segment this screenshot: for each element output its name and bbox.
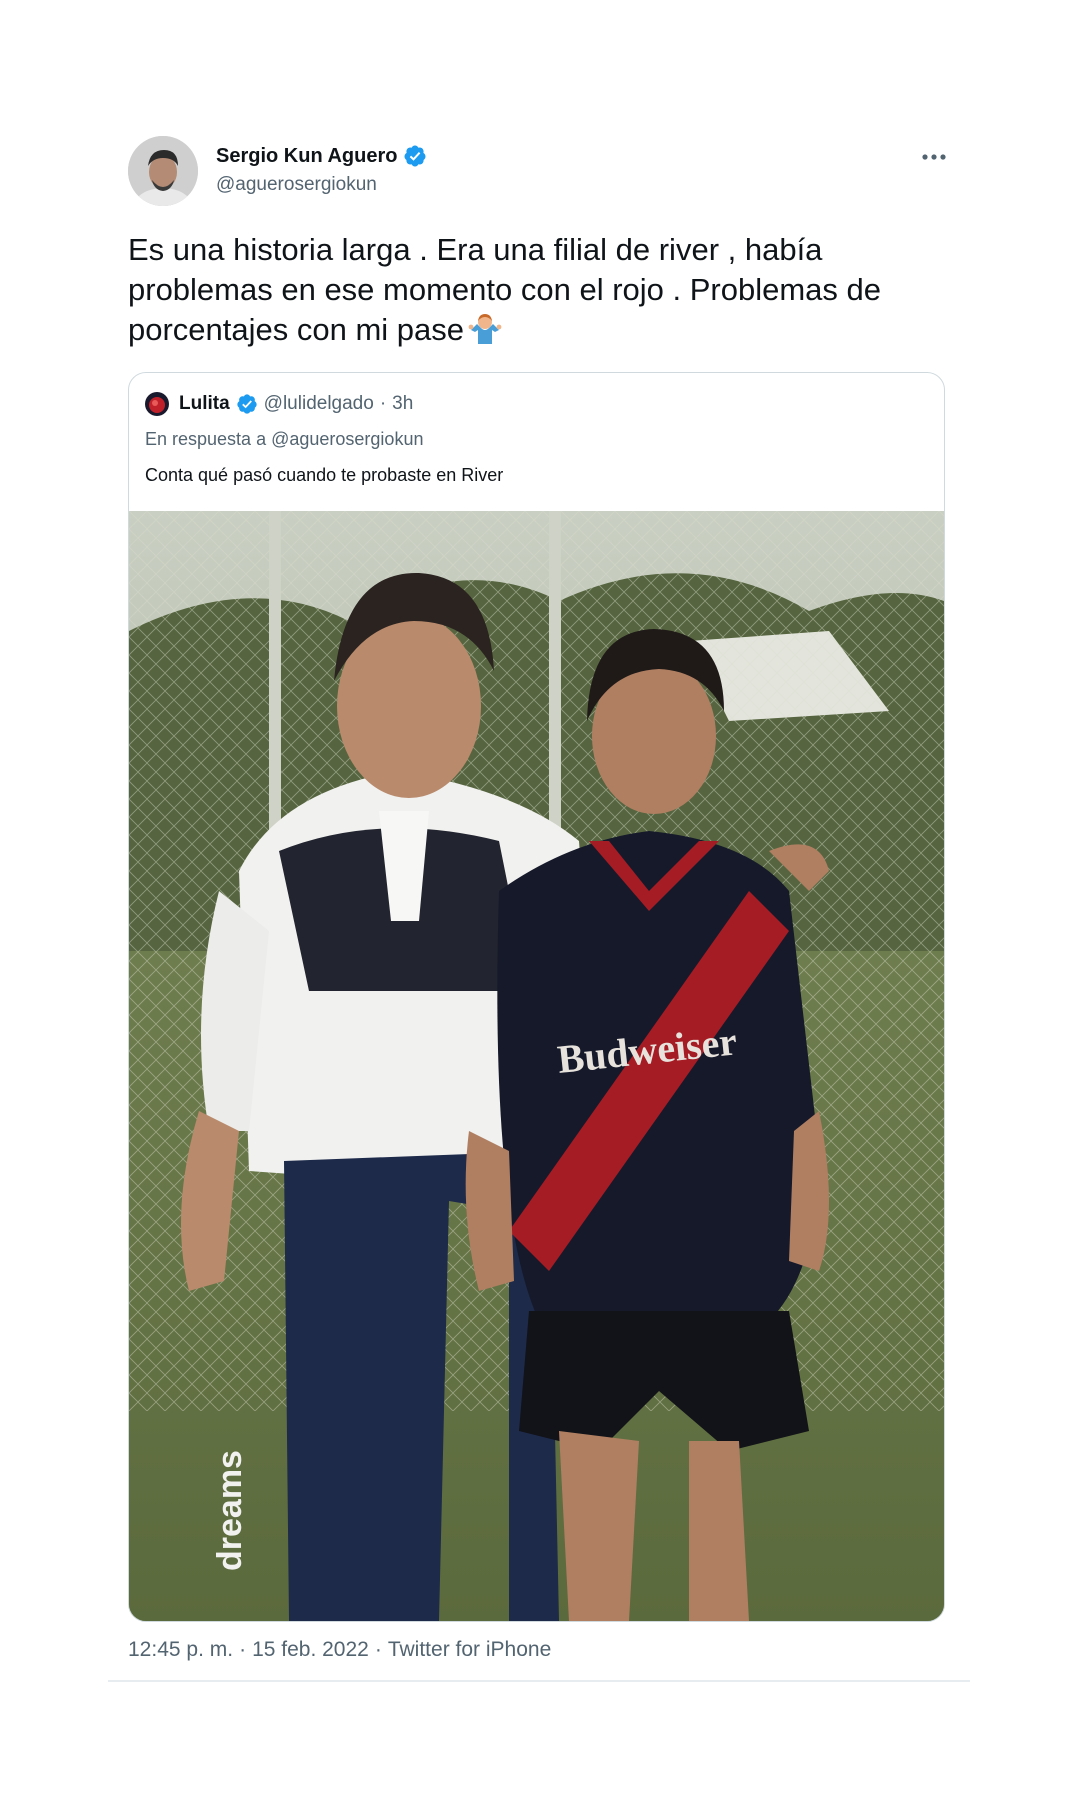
quoted-separator: · <box>379 393 387 414</box>
tweet-text-body: Es una historia larga . Era una filial d… <box>128 232 890 347</box>
author-avatar[interactable] <box>128 136 198 206</box>
author-handle[interactable]: @aguerosergiokun <box>216 174 427 196</box>
bottom-divider <box>108 1680 970 1682</box>
ellipsis-icon[interactable] <box>920 150 948 164</box>
footer-separator-2: · <box>374 1638 382 1661</box>
tweet-footer: 12:45 p. m. · 15 feb. 2022 · Twitter for… <box>128 1638 551 1662</box>
photo-image-icon: Budweiser dreams <box>129 511 944 1621</box>
author-names: Sergio Kun Aguero @aguerosergiokun <box>216 142 427 196</box>
quoted-tweet[interactable]: Lulita @lulidelgado · 3h En respuesta a … <box>128 372 945 1622</box>
quoted-header: Lulita @lulidelgado · 3h <box>145 389 413 419</box>
tweet-header: Sergio Kun Aguero @aguerosergiokun <box>128 136 950 206</box>
verified-badge-icon <box>404 145 426 167</box>
tweet-date[interactable]: 15 feb. 2022 <box>252 1638 369 1662</box>
reply-mention[interactable]: @aguerosergiokun <box>271 429 423 449</box>
quoted-avatar[interactable] <box>145 392 169 416</box>
quoted-text: Conta qué pasó cuando te probaste en Riv… <box>145 465 504 485</box>
tweet-card: Sergio Kun Aguero @aguerosergiokun Es un… <box>108 110 970 1680</box>
tweet-source[interactable]: Twitter for iPhone <box>388 1638 551 1662</box>
tweet-text: Es una historia larga . Era una filial d… <box>128 230 958 350</box>
reply-context: En respuesta a @aguerosergiokun <box>145 429 423 450</box>
person-shrugging-emoji-icon <box>468 313 502 344</box>
quoted-verified-badge-icon <box>237 394 257 414</box>
profile-photo-icon <box>128 136 198 206</box>
quoted-handle: @lulidelgado <box>263 393 374 414</box>
tweet-time[interactable]: 12:45 p. m. <box>128 1638 233 1662</box>
footer-separator-1: · <box>239 1638 247 1661</box>
author-display-name[interactable]: Sergio Kun Aguero <box>216 145 397 168</box>
quoted-photo[interactable]: Budweiser dreams <box>129 511 944 1621</box>
quoted-avatar-icon <box>145 392 169 416</box>
display-name-row: Sergio Kun Aguero <box>216 142 427 170</box>
quoted-display-name[interactable]: Lulita <box>179 393 230 415</box>
reply-prefix: En respuesta a <box>145 429 267 449</box>
pants-text: dreams <box>211 1450 249 1571</box>
quoted-time[interactable]: 3h <box>392 393 413 415</box>
